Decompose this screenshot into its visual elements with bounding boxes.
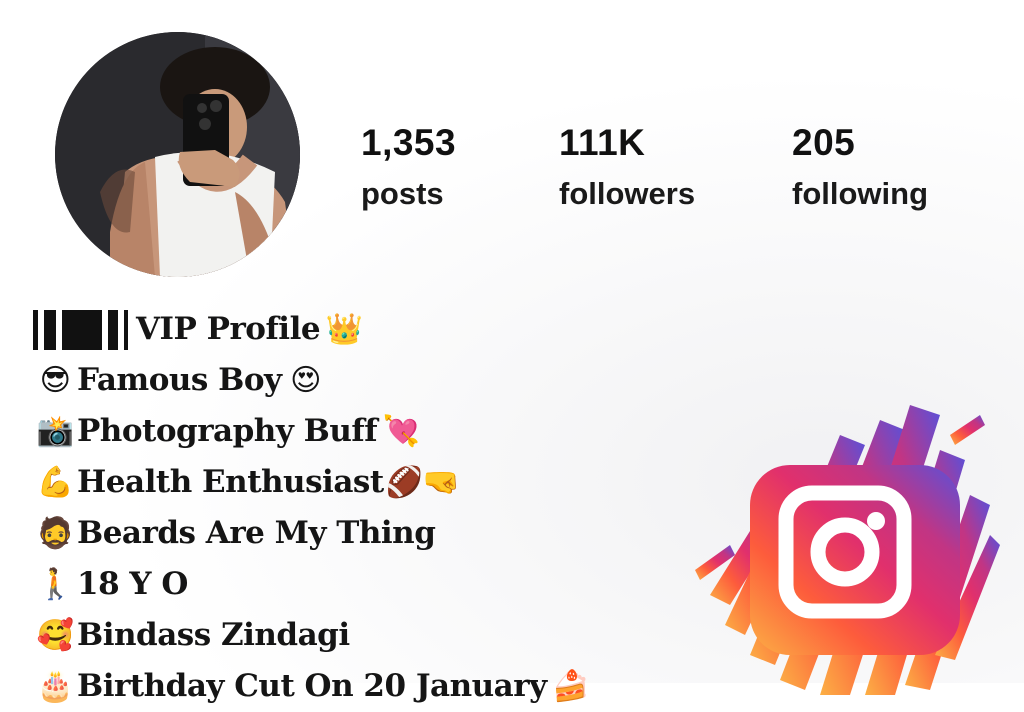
heart-arrow-icon: 💘	[382, 414, 420, 449]
walking-person-icon: 🚶	[36, 567, 74, 602]
bio-line: 🧔 Beards Are My Thing	[33, 508, 593, 559]
instagram-logo-icon	[695, 405, 1000, 695]
redaction-bar	[33, 309, 38, 350]
bearded-person-icon: 🧔	[36, 516, 74, 551]
bio-text: Famous Boy	[77, 362, 282, 398]
redaction-bar	[108, 309, 118, 350]
bio-text: Beards Are My Thing	[77, 515, 436, 551]
posts-label: posts	[361, 176, 444, 211]
flexed-biceps-icon: 💪	[36, 465, 74, 500]
heart-eyes-icon: 😍	[290, 363, 321, 398]
camera-icon: 📸	[36, 414, 74, 449]
birthday-cake-icon: 🎂	[36, 669, 74, 704]
posts-count: 1,353	[361, 122, 457, 163]
bio-text: 18 Y O	[77, 566, 188, 602]
redaction-bar	[62, 309, 102, 350]
bio-text: Birthday Cut On 20 January	[77, 668, 547, 704]
profile-bio: VIP Profile 👑 😎 Famous Boy 😍 📸 Photograp…	[33, 304, 593, 712]
bio-line: 🥰 Bindass Zindagi	[33, 610, 593, 661]
smiling-hearts-icon: 🥰	[36, 618, 74, 653]
avatar-photo	[55, 32, 300, 277]
followers-label: followers	[559, 176, 696, 211]
bio-text: Photography Buff	[77, 413, 378, 449]
bio-line-vip: VIP Profile 👑	[33, 304, 593, 355]
glove-fist-icon: 🏈🤜	[385, 465, 460, 500]
redaction-bar	[124, 309, 128, 350]
followers-count: 111K	[559, 122, 646, 163]
bio-line: 💪 Health Enthusiast 🏈🤜	[33, 457, 593, 508]
bio-text: VIP Profile	[136, 311, 321, 347]
bio-line: 🚶 18 Y O	[33, 559, 593, 610]
stat-followers[interactable]: 111K followers	[559, 122, 695, 212]
following-count: 205	[792, 122, 856, 163]
stat-following[interactable]: 205 following	[792, 122, 928, 212]
bio-text: Health Enthusiast	[77, 464, 384, 500]
bio-line: 📸 Photography Buff 💘	[33, 406, 593, 457]
bio-line: 🎂 Birthday Cut On 20 January 🍰	[33, 661, 593, 712]
cake-slice-icon: 🍰	[552, 669, 590, 704]
crown-icon: 👑	[325, 312, 363, 347]
redaction-bar	[44, 309, 56, 350]
bio-line: 😎 Famous Boy 😍	[33, 355, 593, 406]
sunglasses-icon: 😎	[39, 363, 71, 398]
profile-avatar[interactable]	[55, 32, 300, 277]
bio-text: Bindass Zindagi	[77, 617, 350, 653]
following-label: following	[792, 176, 929, 211]
stat-posts[interactable]: 1,353 posts	[361, 122, 456, 212]
